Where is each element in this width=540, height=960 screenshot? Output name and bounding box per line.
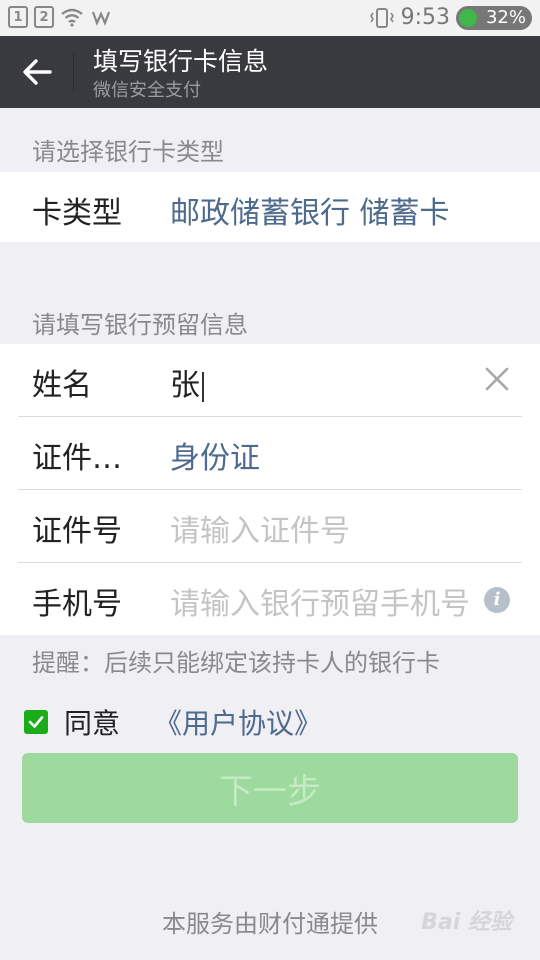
status-time: 9:53	[400, 5, 450, 30]
next-step-button[interactable]: 下一步	[22, 753, 518, 823]
sim2-icon: 2	[34, 6, 54, 28]
phone-label: 手机号	[32, 587, 122, 622]
vibrate-icon	[369, 7, 394, 28]
card-type-value[interactable]: 邮政储蓄银行 储蓄卡	[170, 188, 450, 232]
card-type-label: 卡类型	[32, 196, 122, 231]
status-right: 9:53 32%	[369, 5, 532, 30]
wifi-icon	[61, 8, 83, 27]
page-title: 填写银行卡信息	[93, 47, 269, 76]
baidu-watermark: Bai 经验	[421, 910, 512, 935]
binding-tip: 提醒：后续只能绑定该持卡人的银行卡	[32, 649, 440, 677]
battery-indicator: 32%	[456, 5, 532, 30]
name-label: 姓名	[32, 368, 92, 403]
name-input-value: 张	[170, 368, 200, 403]
phone-row: 手机号 请输入银行预留手机号 i	[0, 563, 540, 635]
info-icon[interactable]: i	[484, 587, 510, 613]
text-caret	[202, 371, 204, 402]
id-number-input[interactable]: 请输入证件号	[170, 506, 480, 550]
name-input[interactable]: 张	[170, 360, 204, 404]
wechat-notification-icon	[91, 11, 111, 26]
info-card: 姓名 张 证件… 身份证 证件号 请输入证件号 手机号 请输入银行预留手机号 i	[0, 344, 540, 635]
id-type-row[interactable]: 证件… 身份证	[0, 417, 540, 489]
back-arrow-icon[interactable]	[20, 56, 54, 88]
info-section-title: 请填写银行预留信息	[32, 311, 248, 339]
id-type-label: 证件…	[32, 441, 122, 476]
status-bar: 1 2 9:53 32%	[0, 0, 540, 36]
battery-icon	[459, 8, 477, 27]
clear-icon[interactable]	[482, 364, 512, 394]
page-subtitle: 微信安全支付	[93, 80, 201, 101]
card-type-card: 卡类型 邮政储蓄银行 储蓄卡	[0, 172, 540, 242]
card-type-row[interactable]: 卡类型 邮政储蓄银行 储蓄卡	[0, 172, 540, 242]
agree-checkbox[interactable]	[24, 710, 48, 734]
user-agreement-link[interactable]: 《用户协议》	[154, 702, 322, 742]
id-type-value[interactable]: 身份证	[170, 433, 260, 477]
title-bar: 填写银行卡信息 微信安全支付	[0, 36, 540, 108]
sim1-icon: 1	[8, 6, 28, 28]
id-number-row: 证件号 请输入证件号	[0, 490, 540, 562]
battery-level: 32%	[485, 7, 526, 28]
checkmark-icon	[28, 716, 44, 728]
card-type-section-title: 请选择银行卡类型	[32, 138, 224, 166]
phone-input[interactable]: 请输入银行预留手机号	[170, 579, 480, 623]
id-number-label: 证件号	[32, 514, 122, 549]
status-left: 1 2	[8, 6, 112, 28]
agree-label: 同意	[64, 707, 121, 740]
agreement-row: 同意 《用户协议》	[24, 704, 322, 740]
name-row: 姓名 张	[0, 344, 540, 416]
header-divider	[73, 54, 74, 92]
